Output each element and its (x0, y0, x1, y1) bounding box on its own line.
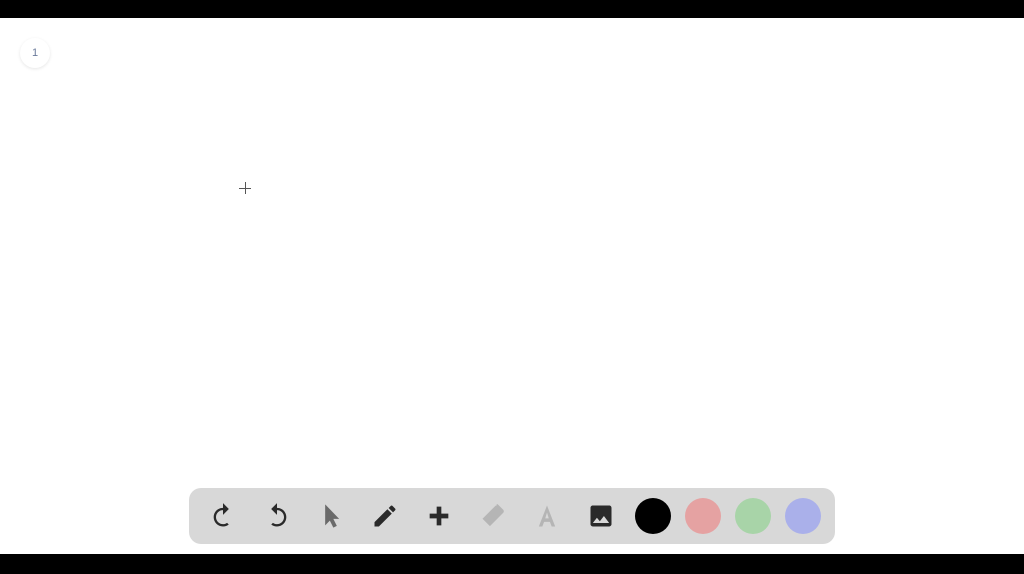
eraser-button[interactable] (473, 496, 513, 536)
image-button[interactable] (581, 496, 621, 536)
page-number: 1 (32, 47, 38, 59)
text-button[interactable] (527, 496, 567, 536)
undo-icon (209, 502, 237, 530)
undo-button[interactable] (203, 496, 243, 536)
add-button[interactable] (419, 496, 459, 536)
color-swatch-red[interactable] (685, 498, 721, 534)
eraser-icon (479, 502, 507, 530)
text-icon (533, 502, 561, 530)
color-swatch-black[interactable] (635, 498, 671, 534)
color-swatch-green[interactable] (735, 498, 771, 534)
select-button[interactable] (311, 496, 351, 536)
page-indicator[interactable]: 1 (20, 38, 50, 68)
redo-button[interactable] (257, 496, 297, 536)
color-swatch-blue[interactable] (785, 498, 821, 534)
pencil-button[interactable] (365, 496, 405, 536)
pencil-icon (371, 502, 399, 530)
plus-icon (425, 502, 453, 530)
cursor-icon (317, 502, 345, 530)
toolbar (189, 488, 835, 544)
image-icon (587, 502, 615, 530)
canvas-area[interactable] (0, 18, 1024, 554)
redo-icon (263, 502, 291, 530)
